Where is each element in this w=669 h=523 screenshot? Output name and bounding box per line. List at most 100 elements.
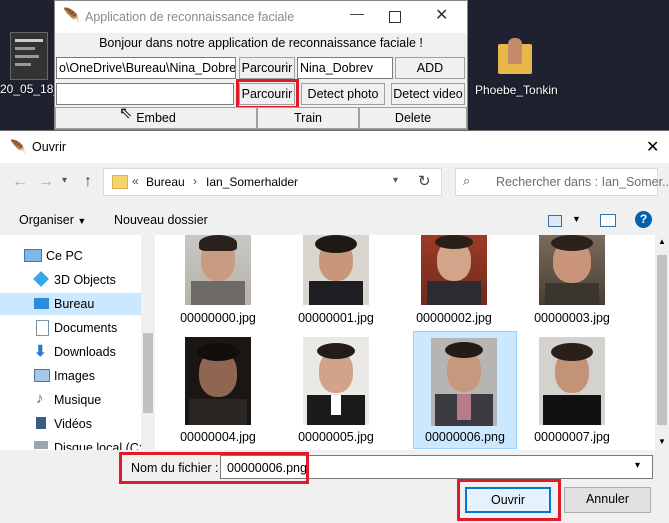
feather-icon: 🪶: [10, 139, 27, 154]
photo-thumbnail: [303, 235, 369, 305]
sidebar-item-videos[interactable]: Vidéos: [0, 413, 141, 435]
filename-highlight: [119, 452, 309, 484]
filename-dropdown-icon[interactable]: ▾: [635, 460, 640, 471]
computer-icon: [24, 249, 42, 262]
search-box[interactable]: ⌕ Rechercher dans : Ian_Somer...: [455, 168, 669, 196]
scroll-down-icon[interactable]: ▼: [658, 437, 666, 446]
file-name: 00000000.jpg: [180, 311, 256, 325]
photo-thumbnail: [185, 337, 251, 425]
sidebar-item-documents[interactable]: Documents: [0, 317, 141, 339]
close-icon[interactable]: ✕: [435, 5, 448, 25]
chevron-down-icon: ▼: [77, 216, 87, 226]
search-placeholder: Rechercher dans : Ian_Somer...: [496, 175, 669, 189]
minimize-icon[interactable]: —: [345, 5, 369, 21]
close-icon[interactable]: ✕: [646, 137, 659, 157]
view-chevron-icon[interactable]: ▼: [572, 214, 581, 224]
history-chevron-icon[interactable]: ▾: [62, 175, 67, 186]
file-name: 00000003.jpg: [534, 311, 610, 325]
sidebar-item-label: 3D Objects: [54, 273, 116, 287]
file-name: 00000002.jpg: [416, 311, 492, 325]
sidebar-scrollbar[interactable]: [141, 235, 155, 450]
sidebar-item-bureau[interactable]: Bureau: [0, 293, 141, 315]
refresh-icon[interactable]: ↻: [418, 172, 431, 190]
photo-thumbnail: [185, 235, 251, 305]
file-item[interactable]: 00000002.jpg: [399, 235, 509, 329]
up-arrow-icon[interactable]: ↑: [84, 173, 92, 191]
file-item[interactable]: 00000003.jpg: [517, 235, 627, 329]
organize-button[interactable]: Organiser ▼: [19, 213, 86, 227]
image-path-field[interactable]: [56, 83, 234, 105]
folder-icon: [112, 175, 128, 189]
overflow-chevron-icon[interactable]: «: [132, 174, 139, 188]
file-list-scroll-thumb[interactable]: [657, 255, 667, 425]
folder-icon[interactable]: [498, 38, 532, 76]
film-icon: [34, 417, 48, 429]
sidebar-item-label: Vidéos: [54, 417, 92, 431]
path-field[interactable]: o\OneDrive\Bureau\Nina_Dobrev: [56, 57, 236, 79]
sidebar-scroll-thumb[interactable]: [143, 333, 153, 413]
open-highlight: [457, 479, 561, 521]
sidebar-item-ce-pc[interactable]: Ce PC: [0, 245, 141, 267]
scroll-up-icon[interactable]: ▲: [658, 237, 666, 246]
mouse-cursor-icon: ⇖: [119, 105, 133, 122]
document-icon: [36, 320, 49, 336]
cube-icon: [33, 271, 49, 287]
maximize-icon[interactable]: [389, 11, 401, 23]
new-folder-button[interactable]: Nouveau dossier: [114, 213, 208, 227]
sidebar-item-label: Ce PC: [46, 249, 83, 263]
file-name: 00000005.jpg: [298, 430, 374, 444]
add-button[interactable]: ADD: [395, 57, 465, 79]
preview-pane-icon[interactable]: [600, 214, 616, 227]
sidebar-item-musique[interactable]: ♪ Musique: [0, 389, 141, 411]
file-item[interactable]: 00000004.jpg: [163, 333, 273, 447]
feather-icon: 🪶: [63, 7, 81, 23]
embed-button[interactable]: Embed: [55, 107, 257, 129]
back-arrow-icon[interactable]: ←: [12, 173, 28, 191]
sidebar-item-label: Musique: [54, 393, 102, 407]
photo-thumbnail: [539, 337, 605, 425]
browse-path-button[interactable]: Parcourir: [239, 57, 295, 79]
photo-thumbnail: [303, 337, 369, 425]
forward-arrow-icon[interactable]: →: [38, 173, 54, 191]
file-name: 00000007.jpg: [534, 430, 610, 444]
file-item[interactable]: 00000005.jpg: [281, 333, 391, 447]
cancel-button[interactable]: Annuler: [564, 487, 651, 513]
welcome-label: Bonjour dans notre application de reconn…: [99, 36, 423, 50]
breadcrumb-bureau[interactable]: Bureau: [146, 175, 185, 189]
command-bar: Organiser ▼ Nouveau dossier ▼ ?: [0, 203, 669, 235]
photo-thumbnail: [421, 235, 487, 305]
sidebar-item-images[interactable]: Images: [0, 365, 141, 387]
file-list: 00000000.jpg 00000001.jpg 00000002.jpg 0…: [155, 235, 655, 450]
desktop-file-icon[interactable]: [10, 32, 48, 80]
open-dialog: 🪶 Ouvrir ✕ ← → ▾ ↑ « Bureau › Ian_Somerh…: [0, 130, 669, 523]
detect-photo-button[interactable]: Detect photo: [301, 83, 385, 105]
address-bar[interactable]: « Bureau › Ian_Somerhalder ▾ ↻: [103, 168, 442, 196]
name-field[interactable]: Nina_Dobrev: [297, 57, 393, 79]
view-options-icon[interactable]: [548, 215, 562, 227]
sidebar-item-label: Bureau: [54, 297, 95, 311]
photo-thumbnail: [431, 338, 497, 426]
delete-button[interactable]: Delete: [359, 107, 467, 129]
file-name: 00000004.jpg: [180, 430, 256, 444]
search-icon: ⌕: [463, 173, 471, 188]
file-item[interactable]: 00000007.jpg: [517, 333, 627, 447]
sidebar-item-3d-objects[interactable]: 3D Objects: [0, 269, 141, 291]
desktop-icon: [34, 298, 49, 309]
train-button[interactable]: Train: [257, 107, 359, 129]
breadcrumb-folder[interactable]: Ian_Somerhalder: [206, 175, 298, 189]
sidebar-item-label: Downloads: [54, 345, 116, 359]
file-list-scrollbar[interactable]: ▲ ▼: [655, 235, 669, 450]
sidebar-item-disque-local[interactable]: Disque local (C:): [0, 437, 141, 450]
file-item[interactable]: 00000000.jpg: [163, 235, 273, 329]
detect-video-button[interactable]: Detect video: [391, 83, 465, 105]
organize-label: Organiser: [19, 213, 74, 227]
pictures-icon: [34, 369, 50, 382]
address-dropdown-icon[interactable]: ▾: [393, 175, 398, 186]
file-item[interactable]: 00000001.jpg: [281, 235, 391, 329]
file-name: 00000006.png: [425, 430, 505, 444]
help-icon[interactable]: ?: [635, 211, 652, 228]
folder-label: Phoebe_Tonkin: [475, 83, 558, 97]
file-item-selected[interactable]: 00000006.png: [413, 331, 517, 449]
app-title: Application de reconnaissance faciale: [85, 10, 295, 24]
sidebar-item-downloads[interactable]: ⬇ Downloads: [0, 341, 141, 363]
